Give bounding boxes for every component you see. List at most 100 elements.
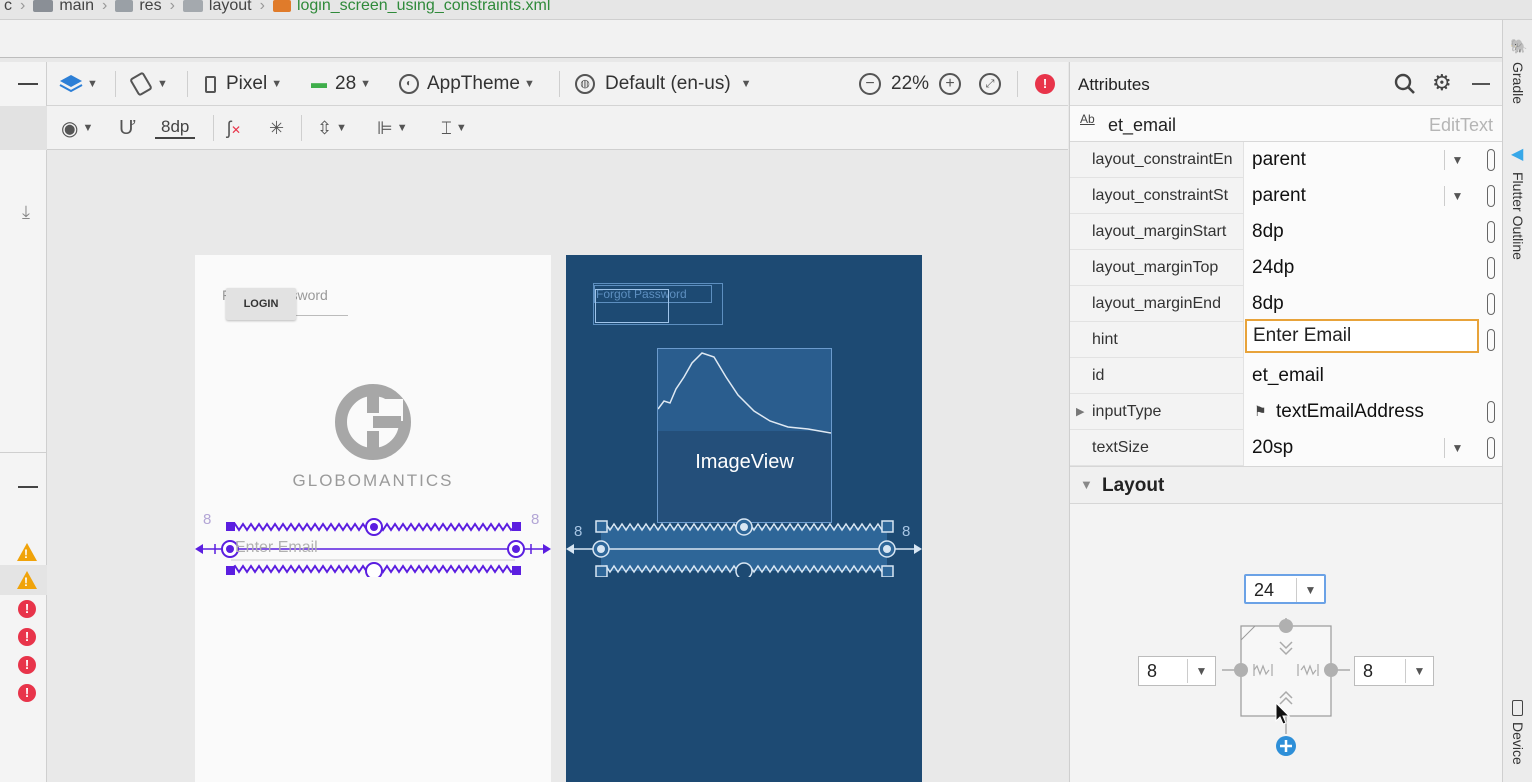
margin-start-input[interactable]: 8 ▼	[1138, 656, 1216, 686]
error-icon[interactable]: !	[18, 684, 36, 702]
default-margin-value: 8dp	[155, 117, 196, 139]
attribute-value: 8dp	[1252, 293, 1284, 314]
chevron-down-icon[interactable]: ▼	[1405, 659, 1433, 683]
attribute-row[interactable]: layout_constraintSt parent ▼	[1070, 178, 1503, 214]
breadcrumb-item-layout[interactable]: layout	[182, 0, 252, 14]
autoconnect-toggle[interactable]: Ư	[119, 106, 136, 150]
minimize-icon[interactable]	[1472, 83, 1490, 85]
login-button-outline[interactable]	[595, 289, 669, 323]
zoom-out-icon[interactable]: −	[859, 73, 881, 95]
chevron-down-icon[interactable]: ▼	[1444, 438, 1470, 458]
margin-end-value: 8	[1363, 661, 1374, 681]
blueprint-surface[interactable]: Forgot Password ImageView 8 8	[566, 255, 922, 782]
resource-picker-icon[interactable]	[1487, 185, 1495, 207]
attribute-value-field[interactable]: 8dp	[1243, 214, 1503, 250]
imageview-outline[interactable]: ImageView	[657, 348, 832, 523]
selected-email-field-blueprint[interactable]	[566, 517, 922, 577]
divider	[0, 452, 47, 453]
resource-picker-icon[interactable]	[1487, 257, 1495, 279]
align-button[interactable]: ⊫ ▼	[377, 106, 408, 150]
breadcrumb-separator: ›	[20, 0, 26, 14]
attribute-name: layout_marginEnd	[1092, 295, 1221, 312]
attribute-row[interactable]: textSize 20sp ▼	[1070, 430, 1503, 466]
breadcrumb-item-file[interactable]: login_screen_using_constraints.xml	[272, 0, 550, 14]
theme-selector[interactable]: ◐ AppTheme ▼	[399, 62, 535, 106]
api-level-selector[interactable]: ▬ 28 ▼	[311, 62, 371, 106]
email-field-hint[interactable]: Enter Email	[235, 539, 318, 557]
right-tool-strip: 🐘 Gradle ◀ Flutter Outline Device	[1502, 20, 1532, 782]
globomantics-logo-text: GLOBOMANTICS	[292, 471, 454, 490]
design-surface-button[interactable]: ▼	[59, 62, 98, 106]
attribute-value-field[interactable]: Enter Email	[1243, 319, 1503, 358]
margin-top-input[interactable]: 24 ▼	[1244, 574, 1326, 604]
guidelines-button[interactable]: ⌶ ▼	[441, 106, 467, 150]
chevron-right-icon[interactable]: ▶	[1076, 405, 1084, 418]
attribute-row[interactable]: layout_marginTop 24dp	[1070, 250, 1503, 286]
chevron-down-icon[interactable]: ▼	[1444, 186, 1470, 206]
error-icon[interactable]: !	[18, 600, 36, 618]
orientation-button[interactable]: ▼	[129, 62, 168, 106]
resource-picker-icon[interactable]	[1487, 329, 1495, 351]
pack-button[interactable]: ⇳ ▼	[317, 106, 347, 150]
resource-picker-icon[interactable]	[1487, 293, 1495, 315]
attribute-row[interactable]: layout_marginStart 8dp	[1070, 214, 1503, 250]
align-left-icon: ⊫	[377, 117, 393, 138]
zoom-in-icon[interactable]: +	[939, 73, 962, 95]
chevron-down-icon: ▼	[740, 78, 752, 90]
attribute-value-field[interactable]: ⚑ textEmailAddress	[1243, 394, 1503, 430]
design-surface[interactable]: Forgot Password LOGIN GLOBOMANTICS 8 8	[195, 255, 551, 782]
resource-picker-icon[interactable]	[1487, 437, 1495, 459]
zoom-to-fit-icon[interactable]: ⤢	[979, 73, 1002, 95]
download-icon[interactable]: ⤓	[22, 202, 30, 223]
minimize-palette-icon[interactable]	[18, 83, 38, 85]
attribute-row[interactable]: layout_constraintEn parent ▼	[1070, 142, 1503, 178]
issues-button[interactable]: !	[1035, 62, 1055, 106]
attribute-row[interactable]: layout_marginEnd 8dp	[1070, 286, 1503, 322]
view-options-button[interactable]: ◉ ▼	[61, 106, 93, 150]
attribute-value-field[interactable]: et_email	[1243, 358, 1503, 394]
login-button[interactable]: LOGIN	[226, 288, 296, 320]
gradle-tab[interactable]: Gradle	[1510, 62, 1526, 104]
breadcrumb-separator: ›	[259, 0, 265, 14]
chevron-down-icon[interactable]: ▼	[1187, 659, 1215, 683]
breadcrumb-item-main[interactable]: main	[33, 0, 94, 14]
attribute-row[interactable]: hint Enter Email	[1070, 319, 1503, 358]
breadcrumb-item-res[interactable]: res	[115, 0, 162, 14]
error-icon[interactable]: !	[18, 628, 36, 646]
attribute-value-field[interactable]: 20sp ▼	[1243, 430, 1503, 466]
error-icon[interactable]: !	[18, 656, 36, 674]
globomantics-logo-icon	[335, 384, 411, 460]
constraint-widget-diagram[interactable]	[1220, 606, 1350, 756]
device-icon	[1512, 700, 1523, 716]
device-file-explorer-tab[interactable]: Device	[1510, 722, 1526, 765]
attribute-value-field[interactable]: 8dp	[1243, 286, 1503, 322]
attribute-value-field[interactable]: 24dp	[1243, 250, 1503, 286]
layout-section-header[interactable]: ▼ Layout	[1070, 466, 1503, 504]
attribute-value-field[interactable]: parent ▼	[1243, 178, 1503, 214]
attribute-value-field[interactable]: parent ▼	[1243, 142, 1503, 178]
clear-constraints-button[interactable]: ʃ✕	[227, 106, 241, 150]
warning-icon[interactable]: !	[17, 571, 37, 589]
chevron-down-icon[interactable]: ▼	[1444, 150, 1470, 170]
warning-icon[interactable]: !	[17, 543, 37, 561]
chevron-down-icon[interactable]: ▼	[1296, 578, 1324, 602]
hint-input-focused[interactable]: Enter Email	[1245, 319, 1479, 353]
eye-icon: ◉	[61, 117, 79, 140]
locale-selector[interactable]: ◍ Default (en-us) ▼	[575, 62, 752, 106]
gear-icon[interactable]: ⚙	[1432, 70, 1452, 96]
resource-picker-icon[interactable]	[1487, 221, 1495, 243]
resource-picker-icon[interactable]	[1487, 149, 1495, 171]
margin-end-input[interactable]: 8 ▼	[1354, 656, 1434, 686]
device-label: Pixel	[226, 73, 268, 94]
breadcrumb-label: layout	[208, 0, 252, 14]
device-selector[interactable]: Pixel ▼	[205, 62, 282, 106]
resource-picker-icon[interactable]	[1487, 401, 1495, 423]
search-icon[interactable]	[1394, 73, 1416, 95]
flutter-outline-tab[interactable]: Flutter Outline	[1510, 172, 1526, 260]
attribute-row[interactable]: id et_email	[1070, 358, 1503, 394]
infer-constraints-button[interactable]: ✳	[269, 106, 284, 150]
minimize-tree-icon[interactable]	[18, 486, 38, 488]
attribute-row[interactable]: ▶ inputType ⚑ textEmailAddress	[1070, 394, 1503, 430]
default-margin-selector[interactable]: 8dp	[155, 106, 196, 150]
image-placeholder-icon	[658, 352, 831, 434]
